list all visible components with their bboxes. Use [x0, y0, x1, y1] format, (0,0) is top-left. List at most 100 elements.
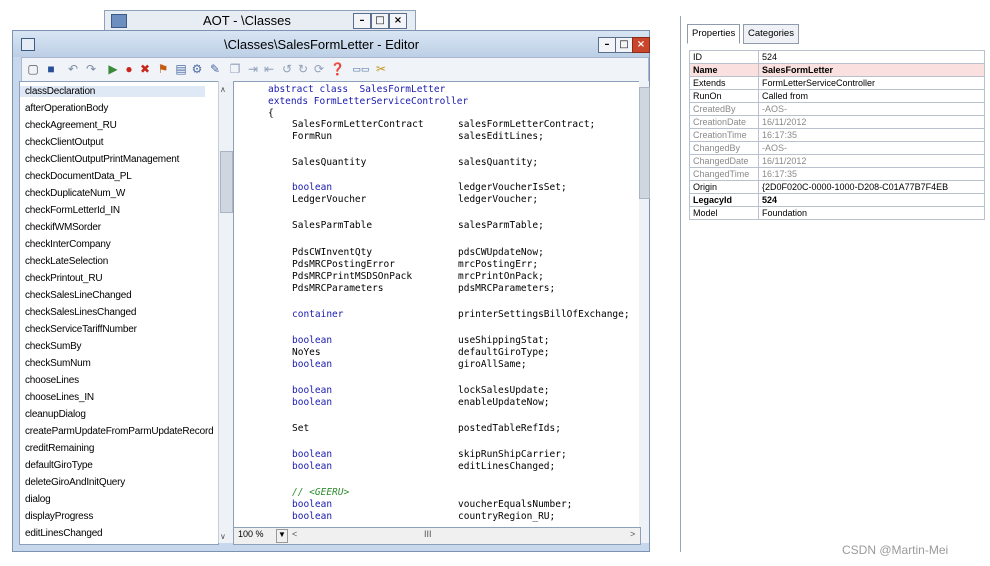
code-scroll-thumb[interactable] — [639, 87, 650, 199]
zoom-dropdown-button[interactable]: ▼ — [276, 529, 288, 543]
method-list-item[interactable]: chooseLines_IN — [25, 392, 94, 403]
property-row[interactable]: Model Foundation — [689, 206, 985, 220]
method-list-item[interactable]: editLinesChanged — [25, 528, 103, 539]
editor-minimize-button[interactable]: – — [598, 37, 616, 53]
editor-statusbar: 100 % ▼ < III > — [233, 527, 641, 545]
compile-icon[interactable]: ⚙ — [190, 62, 204, 76]
code-scrollbar[interactable] — [639, 81, 650, 543]
properties-panel: Properties Categories ID 524 Name SalesForm… — [680, 16, 987, 552]
scroll-up-icon[interactable]: ∧ — [220, 85, 226, 94]
property-row[interactable]: ChangedTime 16:17:35 — [689, 167, 985, 181]
hscroll-thumb[interactable]: III — [424, 529, 432, 539]
method-list-item[interactable]: checkClientOutput — [25, 137, 104, 148]
lookup-icon[interactable]: ⚑ — [156, 62, 170, 76]
tab-properties[interactable]: Properties — [687, 24, 741, 44]
method-list-item[interactable]: chooseLines — [25, 375, 79, 386]
method-list-item[interactable]: defaultGiroType — [25, 460, 93, 471]
property-row[interactable]: ChangedBy -AOS- — [689, 141, 985, 155]
save-icon[interactable]: ■ — [44, 62, 58, 76]
method-list-item[interactable]: checkSalesLineChanged — [25, 290, 132, 301]
method-list-item[interactable]: creditRemaining — [25, 443, 94, 454]
aot-close-button[interactable]: × — [389, 13, 407, 29]
new-icon[interactable]: ▢ — [26, 62, 40, 76]
uncomment-icon[interactable]: ↻ — [296, 62, 310, 76]
property-value[interactable]: {2D0F020C-0000-1000-D208-C01A77B7F4EB — [758, 180, 985, 194]
property-row[interactable]: Extends FormLetterServiceController — [689, 76, 985, 90]
method-list-item[interactable]: checkServiceTariffNumber — [25, 324, 137, 335]
method-list-item[interactable]: classDeclaration — [20, 86, 205, 97]
property-value[interactable]: SalesFormLetter — [758, 63, 985, 77]
run-icon[interactable]: ▶ — [106, 62, 120, 76]
undo-icon[interactable]: ↶ — [66, 62, 80, 76]
property-row[interactable]: RunOn Called from — [689, 89, 985, 103]
aot-maximize-button[interactable]: □ — [371, 13, 389, 29]
property-value[interactable]: -AOS- — [758, 102, 985, 116]
method-list-item[interactable]: checkInterCompany — [25, 239, 111, 250]
method-list-item[interactable]: checkAgreement_RU — [25, 120, 117, 131]
property-value[interactable]: -AOS- — [758, 141, 985, 155]
editor-close-button[interactable]: × — [632, 37, 650, 53]
property-row[interactable]: CreationDate 16/11/2012 — [689, 115, 985, 129]
method-list-item[interactable]: displayProgress — [25, 511, 93, 522]
format-icon[interactable]: ⟳ — [312, 62, 326, 76]
property-row[interactable]: ID 524 — [689, 50, 985, 64]
code-header-line: abstract class SalesFormLetter — [268, 84, 446, 95]
code-icon[interactable]: ✂ — [374, 62, 388, 76]
list-icon[interactable]: ▤ — [174, 62, 188, 76]
property-value[interactable]: Called from — [758, 89, 985, 103]
scroll-right-icon[interactable]: > — [630, 529, 635, 539]
code-editor[interactable]: abstract class SalesFormLetter extends Fo… — [233, 81, 641, 529]
breakpoint-icon[interactable]: ● — [122, 62, 136, 76]
code-type: // <GEERU> — [292, 487, 350, 498]
aot-minimize-button[interactable]: – — [353, 13, 371, 29]
property-key: ChangedBy — [689, 141, 759, 155]
property-value[interactable]: FormLetterServiceController — [758, 76, 985, 90]
copy-icon[interactable]: ❐ — [228, 62, 242, 76]
property-value[interactable]: 16/11/2012 — [758, 154, 985, 168]
scroll-down-icon[interactable]: ∨ — [220, 532, 226, 541]
comment-icon[interactable]: ↺ — [280, 62, 294, 76]
method-list-item[interactable]: checkSumBy — [25, 341, 82, 352]
method-list-item[interactable]: afterOperationBody — [25, 103, 108, 114]
method-list-item[interactable]: checkDocumentData_PL — [25, 171, 132, 182]
method-list-item[interactable]: createParmUpdateFromParmUpdateRecord — [25, 426, 214, 437]
tab-categories[interactable]: Categories — [743, 24, 799, 44]
method-list-item[interactable]: checkClientOutputPrintManagement — [25, 154, 179, 165]
method-list-item[interactable]: checkFormLetterId_IN — [25, 205, 120, 216]
remove-breakpoint-icon[interactable]: ✖ — [138, 62, 152, 76]
scroll-left-icon[interactable]: < — [292, 529, 297, 539]
editor-maximize-button[interactable]: □ — [615, 37, 633, 53]
property-value[interactable]: 16:17:35 — [758, 167, 985, 181]
method-list-item[interactable]: checkSalesLinesChanged — [25, 307, 136, 318]
method-list-item[interactable]: dialog — [25, 494, 51, 505]
script-icon[interactable]: ✎ — [208, 62, 222, 76]
method-list-scroll-thumb[interactable] — [220, 151, 233, 213]
method-list-item[interactable]: checkifWMSorder — [25, 222, 101, 233]
property-row[interactable]: CreationTime 16:17:35 — [689, 128, 985, 142]
property-value[interactable]: 16/11/2012 — [758, 115, 985, 129]
property-key: ChangedDate — [689, 154, 759, 168]
property-row[interactable]: Origin {2D0F020C-0000-1000-D208-C01A77B7F… — [689, 180, 985, 194]
method-list-scrollbar[interactable]: ∧ ∨ — [218, 81, 233, 543]
method-list-item[interactable]: checkLateSelection — [25, 256, 108, 267]
property-row[interactable]: ChangedDate 16/11/2012 — [689, 154, 985, 168]
indent-icon[interactable]: ⇥ — [246, 62, 260, 76]
property-value[interactable]: 16:17:35 — [758, 128, 985, 142]
property-value[interactable]: Foundation — [758, 206, 985, 220]
property-row[interactable]: Name SalesFormLetter — [689, 63, 985, 77]
method-list-item[interactable]: deleteGiroAndInitQuery — [25, 477, 125, 488]
code-identifier: pdsCWUpdateNow; — [458, 247, 544, 258]
help-icon[interactable]: ❓ — [330, 62, 345, 76]
method-list-item[interactable]: checkPrintout_RU — [25, 273, 103, 284]
method-list-item[interactable]: cleanupDialog — [25, 409, 86, 420]
redo-icon[interactable]: ↷ — [84, 62, 98, 76]
property-row[interactable]: LegacyId 524 — [689, 193, 985, 207]
property-value[interactable]: 524 — [758, 50, 985, 64]
outdent-icon[interactable]: ⇤ — [262, 62, 276, 76]
code-identifier: pdsMRCParameters; — [458, 283, 556, 294]
method-list-item[interactable]: checkSumNum — [25, 358, 91, 369]
properties-icon[interactable]: ▭▭ — [350, 62, 372, 76]
property-value[interactable]: 524 — [758, 193, 985, 207]
method-list-item[interactable]: checkDuplicateNum_W — [25, 188, 125, 199]
property-row[interactable]: CreatedBy -AOS- — [689, 102, 985, 116]
